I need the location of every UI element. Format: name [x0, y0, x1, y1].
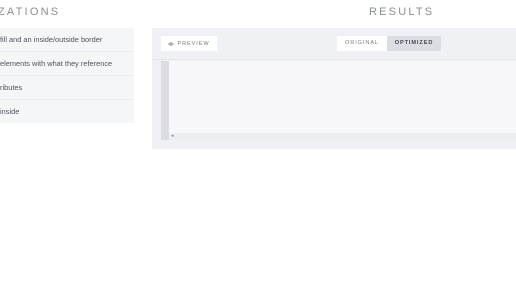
- optimizations-heading: ZATIONS: [0, 6, 61, 18]
- toolbar-divider: [152, 59, 516, 60]
- horizontal-scrollbar[interactable]: ◂: [169, 133, 516, 140]
- optimization-item-fill-border[interactable]: fill and an inside/outside border: [0, 28, 134, 52]
- eye-icon: [168, 41, 175, 46]
- preview-button[interactable]: PREVIEW: [161, 36, 217, 51]
- view-toggle: ORIGINAL OPTIMIZED: [337, 36, 441, 51]
- results-panel: PREVIEW ORIGINAL OPTIMIZED ◂: [152, 28, 516, 149]
- scroll-left-icon[interactable]: ◂: [171, 134, 174, 139]
- optimization-item-label: elements with what they reference: [0, 59, 113, 68]
- app-page: ZATIONS fill and an inside/outside borde…: [0, 0, 516, 290]
- optimization-item-label: fill and an inside/outside border: [0, 35, 103, 44]
- tab-optimized[interactable]: OPTIMIZED: [387, 36, 441, 51]
- tab-original[interactable]: ORIGINAL: [337, 36, 387, 51]
- preview-label: PREVIEW: [177, 40, 210, 47]
- optimization-item-label: ributes: [0, 83, 23, 92]
- optimization-item-label: inside: [0, 107, 20, 116]
- results-heading: RESULTS: [369, 6, 435, 18]
- optimization-item-reference[interactable]: elements with what they reference: [0, 52, 134, 76]
- optimization-item-inside[interactable]: inside: [0, 100, 134, 123]
- code-output[interactable]: ◂: [161, 61, 516, 140]
- code-gutter: [161, 61, 169, 140]
- optimization-item-attributes[interactable]: ributes: [0, 76, 134, 100]
- optimizations-list: fill and an inside/outside border elemen…: [0, 28, 134, 123]
